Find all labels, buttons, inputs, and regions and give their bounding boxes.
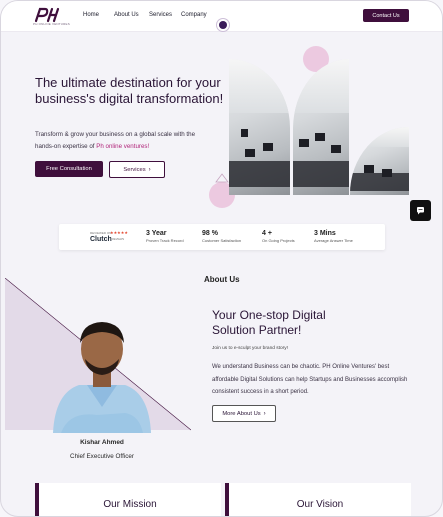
scroll-indicator-dot xyxy=(219,21,227,29)
stats-strip: REVIEWED ON ★★★★★ Clutch 4 REVIEWS 3 Yea… xyxy=(59,224,385,250)
about-heading: About Us xyxy=(204,275,240,284)
chat-icon xyxy=(417,207,424,215)
star-rating-icon: ★★★★★ xyxy=(110,230,128,235)
stat-label: Customer Satisfaction xyxy=(202,238,242,243)
more-about-us-button[interactable]: More About Us › xyxy=(212,405,276,422)
free-consultation-button[interactable]: Free Consultation xyxy=(35,161,103,177)
nav-link-services[interactable]: Services xyxy=(149,12,172,18)
vision-card: Our Vision xyxy=(225,483,411,516)
stat-label: Proven Track Record xyxy=(146,238,184,243)
hero-subtitle-highlight: Ph online ventures! xyxy=(96,143,150,150)
nav-link-home[interactable]: Home xyxy=(83,12,99,18)
ceo-role: Chief Executive Officer xyxy=(70,453,134,460)
nav-link-about[interactable]: About Us xyxy=(114,12,139,18)
mission-title: Our Mission xyxy=(103,499,157,510)
clutch-reviews-count: 4 REVIEWS xyxy=(110,238,125,241)
stat-item: 3 Year Proven Track Record xyxy=(146,230,184,243)
solution-description: We understand Business can be chaotic. P… xyxy=(212,364,408,395)
office-photo-3 xyxy=(350,127,409,195)
stat-item: 3 Mins Average Answer Time xyxy=(314,230,353,243)
ceo-name: Kishar Ahmed xyxy=(80,439,124,446)
solution-tagline: Join us to e-sculpt your brand story! xyxy=(212,346,288,351)
hero-subtitle: Transform & grow your business on a glob… xyxy=(35,129,215,153)
hero-title: The ultimate destination for your busine… xyxy=(35,75,224,106)
brand-logo[interactable] xyxy=(34,7,60,23)
chevron-right-icon: › xyxy=(263,410,266,417)
stat-item: 4 + On Going Projects xyxy=(262,230,295,243)
stat-value: 3 Year xyxy=(146,230,167,237)
triangle-decor-icon xyxy=(215,173,229,183)
office-photo-1 xyxy=(229,59,290,195)
stat-value: 4 + xyxy=(262,230,272,237)
vision-title: Our Vision xyxy=(296,499,344,510)
more-about-us-label: More About Us xyxy=(222,410,261,417)
clutch-logo[interactable]: Clutch xyxy=(90,236,112,243)
solution-title: Your One-stop Digital Solution Partner! xyxy=(212,308,326,337)
stat-value: 3 Mins xyxy=(314,230,336,237)
stat-value: 98 % xyxy=(202,230,218,237)
chat-widget-button[interactable] xyxy=(410,200,431,221)
page-frame: PH ONLINE VENTURES Home About Us Service… xyxy=(0,0,443,517)
services-button-label: Services xyxy=(123,166,146,173)
chevron-right-icon: › xyxy=(148,166,151,173)
contact-us-button[interactable]: Contact Us xyxy=(363,9,409,22)
nav-link-company[interactable]: Company xyxy=(181,12,207,18)
mission-card: Our Mission xyxy=(35,483,221,516)
stat-label: Average Answer Time xyxy=(314,238,353,243)
services-button[interactable]: Services › xyxy=(109,161,165,178)
clutch-reviewed-label: REVIEWED ON xyxy=(90,231,112,235)
stat-label: On Going Projects xyxy=(262,238,295,243)
stat-item: 98 % Customer Satisfaction xyxy=(202,230,241,243)
logo-subtext: PH ONLINE VENTURES xyxy=(33,22,70,26)
office-photo-2 xyxy=(293,59,349,195)
ceo-photo xyxy=(53,322,151,433)
